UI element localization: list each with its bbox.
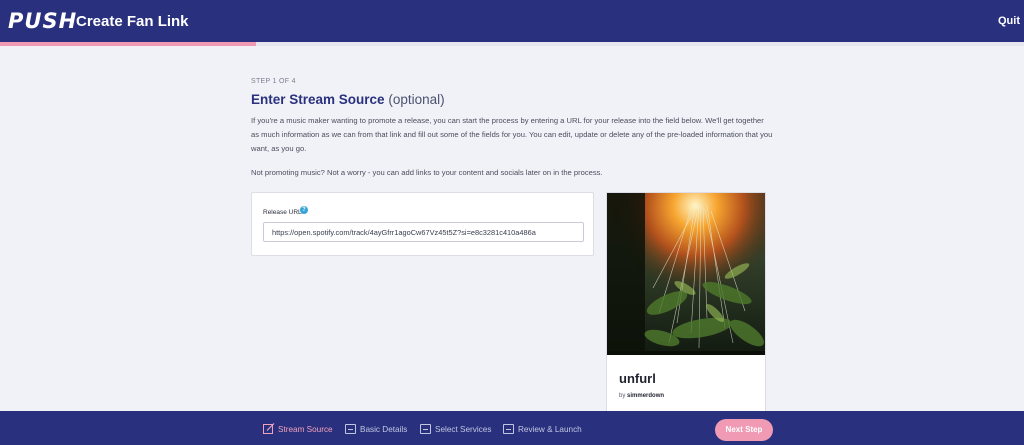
quit-button[interactable]: Quit xyxy=(998,15,1020,27)
note-paragraph: Not promoting music? Not a worry - you c… xyxy=(251,168,603,177)
step-stream-source[interactable]: Stream Source xyxy=(278,425,333,434)
intro-paragraph: If you're a music maker wanting to promo… xyxy=(251,116,773,153)
edit-icon xyxy=(263,423,275,434)
release-artist-name: simmerdown xyxy=(627,393,665,399)
top-header: PUSH Create Fan Link Quit xyxy=(0,0,1024,42)
release-title: unfurl xyxy=(619,371,656,386)
step-select-services[interactable]: Select Services xyxy=(435,425,491,434)
card-icon xyxy=(503,424,514,434)
step-basic-details[interactable]: Basic Details xyxy=(360,425,407,434)
card-icon xyxy=(420,424,431,434)
release-url-card: Release URL ? xyxy=(251,192,594,256)
step-review-launch[interactable]: Review & Launch xyxy=(518,425,582,434)
release-artist: by simmerdown xyxy=(619,393,664,399)
release-url-label: Release URL xyxy=(263,209,302,216)
release-url-input[interactable] xyxy=(263,222,584,242)
album-cover xyxy=(607,193,765,355)
section-heading: Enter Stream Source (optional) xyxy=(251,92,445,107)
push-logo[interactable]: PUSH xyxy=(8,9,77,33)
next-step-button[interactable]: Next Step xyxy=(715,419,773,441)
release-by-prefix: by xyxy=(619,393,626,399)
page-title: Create Fan Link xyxy=(76,13,189,30)
card-icon xyxy=(345,424,356,434)
heading-title: Enter Stream Source xyxy=(251,92,385,107)
release-preview-card: unfurl by simmerdown xyxy=(606,192,766,422)
progress-bar xyxy=(0,42,1024,46)
progress-fill xyxy=(0,42,256,46)
step-navigation-footer: Stream Source Basic Details Select Servi… xyxy=(0,411,1024,445)
heading-optional: (optional) xyxy=(388,92,445,107)
help-icon[interactable]: ? xyxy=(300,206,308,214)
album-cover-art xyxy=(607,193,765,355)
step-indicator: STEP 1 OF 4 xyxy=(251,78,296,85)
